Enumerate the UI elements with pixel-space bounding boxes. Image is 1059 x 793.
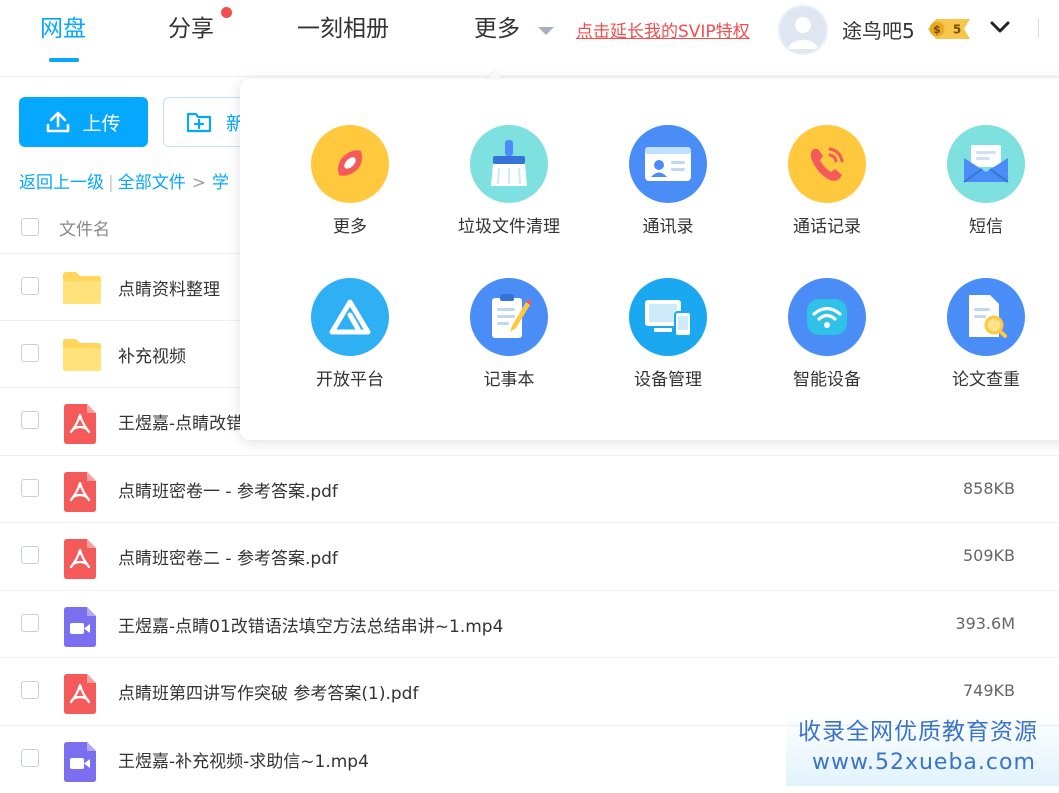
phone-icon [788,125,866,203]
svip-badge-icon: $ 5 [924,17,974,41]
broom-icon [470,125,548,203]
tab-netdisk[interactable]: 网盘 [40,12,86,46]
upload-label: 上传 [82,112,121,135]
video-file-icon [62,742,98,782]
tool-notepad[interactable]: 记事本 [439,278,579,408]
avatar[interactable] [778,5,828,55]
tool-phone[interactable]: 通话记录 [757,125,897,255]
svip-renew-link[interactable]: 点击延长我的SVIP特权 [576,17,750,42]
video-file-icon [62,607,98,647]
tab-share[interactable]: 分享 [168,12,214,46]
file-name[interactable]: 点睛班密卷二 - 参考答案.pdf [118,544,338,569]
folder-icon [62,337,101,373]
breadcrumb: 返回上一级 | 全部文件 > 学 [19,168,229,193]
tool-devices[interactable]: 设备管理 [598,278,738,408]
row-checkbox[interactable] [21,546,39,564]
row-checkbox[interactable] [21,479,39,497]
file-size: 509KB [962,546,1015,565]
folder-icon [62,270,101,306]
breadcrumb-arrow-icon: > [191,173,206,193]
tool-label: 设备管理 [634,370,702,390]
tool-label: 短信 [969,217,1003,237]
tool-label: 通话记录 [793,217,861,237]
file-name[interactable]: 点睛班第四讲写作突破 参考答案(1).pdf [118,679,418,704]
file-row[interactable]: 点睛班密卷一 - 参考答案.pdf 858KB [0,455,1059,523]
row-checkbox[interactable] [21,681,39,699]
svg-text:$: $ [933,23,941,36]
new-folder-icon [186,110,212,139]
caret-down-icon[interactable] [538,27,554,35]
file-name[interactable]: 王煜嘉-点睛改错 [118,409,243,434]
pdf-file-icon [62,472,98,512]
tool-contact-card[interactable]: 通讯录 [598,125,738,255]
file-row[interactable]: 点睛班密卷二 - 参考答案.pdf 509KB [0,522,1059,590]
file-name[interactable]: 王煜嘉-补充视频-求助信~1.mp4 [118,747,369,772]
file-name[interactable]: 点睛班密卷一 - 参考答案.pdf [118,477,338,502]
tool-label: 论文查重 [952,370,1020,390]
file-size: 393.6M [955,614,1015,633]
upload-icon [47,111,70,133]
badge-level: 5 [953,23,961,37]
file-name[interactable]: 王煜嘉-点睛01改错语法填空方法总结串讲~1.mp4 [118,612,503,637]
breadcrumb-current[interactable]: 学 [212,173,229,193]
active-tab-indicator [49,58,79,62]
compass-icon [311,125,389,203]
envelope-icon [947,125,1025,203]
pdf-file-icon [62,539,98,579]
row-checkbox[interactable] [21,344,39,362]
tool-label: 更多 [333,217,367,237]
tool-document-search[interactable]: 论文查重 [916,278,1056,408]
file-size: 749KB [962,681,1015,700]
tool-platform[interactable]: 开放平台 [280,278,420,408]
username[interactable]: 途鸟吧5 [842,15,915,44]
row-checkbox[interactable] [21,277,39,295]
row-checkbox[interactable] [21,614,39,632]
select-all-checkbox[interactable] [21,218,39,236]
tool-label: 记事本 [483,370,535,390]
watermark-url: www.52xueba.com [812,750,1036,775]
chevron-down-icon[interactable] [990,19,1010,33]
file-size: 858KB [962,479,1015,498]
column-header-filename[interactable]: 文件名 [59,215,110,240]
devices-icon [629,278,707,356]
row-checkbox[interactable] [21,411,39,429]
file-name[interactable]: 点睛资料整理 [118,275,220,300]
breadcrumb-back-link[interactable]: 返回上一级 [19,173,104,193]
tool-compass[interactable]: 更多 [280,125,420,255]
tool-label: 智能设备 [793,370,861,390]
tool-wifi[interactable]: 智能设备 [757,278,897,408]
top-nav: 网盘 分享 一刻相册 更多 点击延长我的SVIP特权 途鸟吧5 $ 5 [0,0,1059,77]
tool-label: 通讯录 [642,217,694,237]
tool-envelope[interactable]: 短信 [916,125,1056,255]
tool-broom[interactable]: 垃圾文件清理 [439,125,579,255]
more-menu-panel: 更多 垃圾文件清理 通讯录 通话记录 短信开放平台 记事本 设备管理 智能设备 论文查重 [240,79,1059,440]
tab-more[interactable]: 更多 [474,12,520,46]
file-row[interactable]: 王煜嘉-点睛01改错语法填空方法总结串讲~1.mp4 393.6M [0,590,1059,658]
tool-label: 垃圾文件清理 [458,217,560,237]
notification-dot [221,7,232,18]
platform-icon [311,278,389,356]
tool-label: 开放平台 [316,370,384,390]
contact-card-icon [629,125,707,203]
tab-album[interactable]: 一刻相册 [297,12,389,46]
document-search-icon [947,278,1025,356]
breadcrumb-separator: | [108,173,114,193]
breadcrumb-all-files-link[interactable]: 全部文件 [118,173,186,193]
pdf-file-icon [62,404,98,444]
upload-button[interactable]: 上传 [19,97,148,147]
nav-divider [1038,18,1039,38]
file-name[interactable]: 补充视频 [118,342,186,367]
pdf-file-icon [62,674,98,714]
wifi-icon [788,278,866,356]
watermark-slogan: 收录全网优质教育资源 [798,719,1038,745]
notepad-icon [470,278,548,356]
row-checkbox[interactable] [21,749,39,767]
